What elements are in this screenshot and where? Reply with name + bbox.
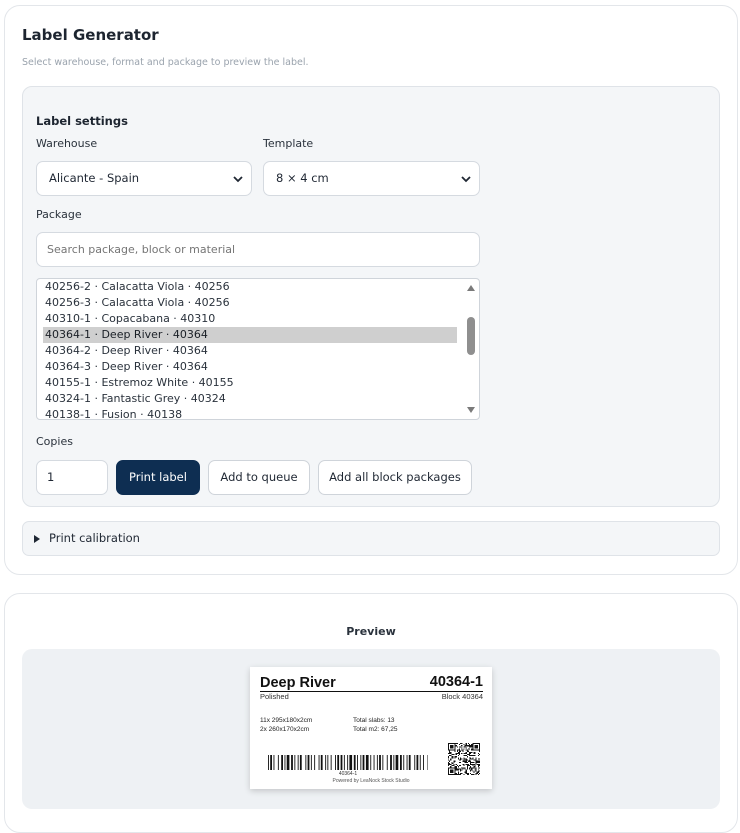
label-preview: Deep River 40364-1 Polished Block 40364 … <box>250 667 492 789</box>
label-total-m2: Total m2: 67,25 <box>353 726 398 733</box>
preview-title: Preview <box>346 625 396 638</box>
package-label: Package <box>36 208 82 221</box>
scroll-down-arrow-icon[interactable] <box>466 406 476 414</box>
page-subtitle: Select warehouse, format and package to … <box>22 57 309 68</box>
chevron-down-icon <box>461 176 471 183</box>
triangle-right-icon <box>34 535 40 543</box>
label-material: Deep River <box>260 675 336 691</box>
label-total-slabs: Total slabs: 13 <box>353 717 395 724</box>
package-option[interactable]: 40138-1 · Fusion · 40138 <box>43 407 457 419</box>
add-to-queue-button[interactable]: Add to queue <box>208 460 310 495</box>
package-option[interactable]: 40324-1 · Fantastic Grey · 40324 <box>43 391 457 407</box>
package-option[interactable]: 40364-2 · Deep River · 40364 <box>43 343 457 359</box>
package-listbox[interactable]: 40256-2 · Calacatta Viola · 40256 40256-… <box>36 278 480 420</box>
copies-input[interactable]: 1 <box>36 460 108 495</box>
print-label-button[interactable]: Print label <box>116 460 200 495</box>
package-option[interactable]: 40256-3 · Calacatta Viola · 40256 <box>43 295 457 311</box>
qr-code-image <box>448 743 480 775</box>
label-block: Block 40364 <box>441 692 483 701</box>
label-size-1: 11x 295x180x2cm <box>260 717 313 724</box>
label-finish: Polished <box>260 692 289 701</box>
label-generator-card: Label Generator Select warehouse, format… <box>4 5 738 575</box>
print-calibration-label: Print calibration <box>49 531 140 545</box>
chevron-down-icon <box>233 176 243 183</box>
warehouse-select-value: Alicante - Spain <box>49 171 140 185</box>
package-option[interactable]: 40155-1 · Estremoz White · 40155 <box>43 375 457 391</box>
preview-card: Preview Deep River 40364-1 Polished Bloc… <box>4 593 738 833</box>
print-calibration-toggle[interactable]: Print calibration <box>22 521 720 556</box>
barcode-text: 40364-1 <box>338 771 358 777</box>
barcode-image <box>268 755 428 770</box>
warehouse-select[interactable]: Alicante - Spain <box>36 161 252 196</box>
template-select-value: 8 × 4 cm <box>276 171 329 185</box>
copies-label: Copies <box>36 435 73 448</box>
label-settings-title: Label settings <box>36 114 128 128</box>
package-option[interactable]: 40256-2 · Calacatta Viola · 40256 <box>43 279 457 295</box>
package-option[interactable]: 40310-1 · Copacabana · 40310 <box>43 311 457 327</box>
package-search-input[interactable] <box>36 232 480 267</box>
scroll-up-arrow-icon[interactable] <box>466 284 476 292</box>
package-option-selected[interactable]: 40364-1 · Deep River · 40364 <box>43 327 457 343</box>
preview-area: Deep River 40364-1 Polished Block 40364 … <box>22 649 720 809</box>
label-settings-panel: Label settings Warehouse Template Alican… <box>22 86 720 507</box>
powered-by-text: Powered by LeaNock Stock Studio <box>332 778 410 784</box>
label-size-2: 2x 260x170x2cm <box>260 726 310 733</box>
package-option[interactable]: 40364-3 · Deep River · 40364 <box>43 359 457 375</box>
listbox-scrollbar-thumb[interactable] <box>467 317 475 355</box>
add-all-block-packages-button[interactable]: Add all block packages <box>318 460 472 495</box>
page-title: Label Generator <box>22 26 159 44</box>
template-select[interactable]: 8 × 4 cm <box>263 161 480 196</box>
template-label: Template <box>263 137 314 150</box>
warehouse-label: Warehouse <box>36 137 98 150</box>
label-code: 40364-1 <box>429 674 483 690</box>
